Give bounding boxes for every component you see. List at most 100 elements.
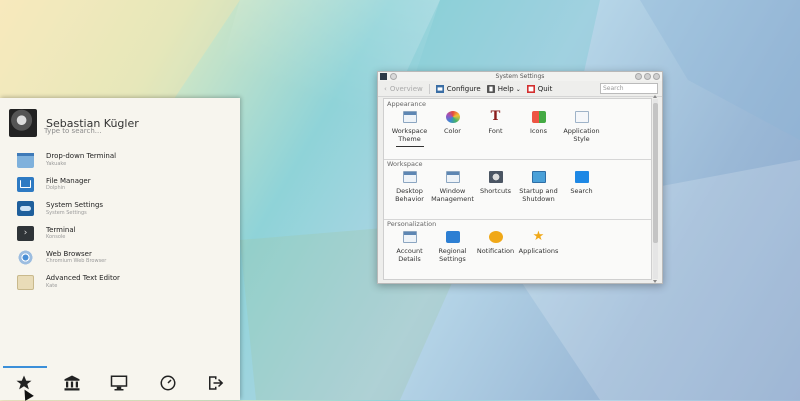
tab-applications[interactable] <box>61 372 83 394</box>
application-launcher: Sebastian Kügler Type to search... Drop-… <box>0 98 240 400</box>
search-icon <box>574 171 589 183</box>
applications-icon <box>64 375 80 391</box>
quit-button[interactable]: Quit <box>526 85 552 93</box>
avatar <box>9 109 37 137</box>
applications-icon: ★ <box>532 229 545 244</box>
list-item-system-settings[interactable]: System Settings System Settings <box>17 197 232 221</box>
tab-leave[interactable] <box>204 372 226 394</box>
section-appearance: Appearance Workspace Theme Color T Font <box>384 99 651 160</box>
chevron-down-icon: ⌄ <box>515 85 521 93</box>
toolbar: ‹ Overview Configure Help ⌄ Quit Search <box>378 82 662 97</box>
tab-history[interactable] <box>157 372 179 394</box>
item-label: Desktop Behavior <box>395 187 424 204</box>
text-editor-icon <box>17 274 34 290</box>
scroll-down-icon[interactable] <box>653 280 657 283</box>
maximize-button[interactable] <box>644 73 651 80</box>
item-label: Regional Settings <box>438 247 467 264</box>
settings-item-regional-settings[interactable]: Regional Settings <box>431 231 474 264</box>
folder-icon <box>17 177 34 193</box>
item-label: Workspace Theme <box>391 127 428 144</box>
item-label: Notification <box>476 247 515 255</box>
settings-item-desktop-behavior[interactable]: Desktop Behavior <box>388 171 431 204</box>
settings-item-notification[interactable]: Notification <box>474 231 517 264</box>
close-button[interactable] <box>653 73 660 80</box>
settings-item-account-details[interactable]: Account Details <box>388 231 431 264</box>
notification-icon <box>488 231 503 243</box>
browser-icon <box>17 250 34 266</box>
favorite-subtitle: Chromium Web Browser <box>46 258 107 265</box>
window-title: System Settings <box>495 73 545 80</box>
icons-icon <box>531 111 546 123</box>
list-item-web-browser[interactable]: Web Browser Chromium Web Browser <box>17 246 232 270</box>
favorite-subtitle: Konsole <box>46 233 66 240</box>
settings-item-application-style[interactable]: Application Style <box>560 111 603 147</box>
selection-underline <box>395 145 424 147</box>
settings-item-window-management[interactable]: Window Management <box>431 171 474 204</box>
settings-item-workspace-theme[interactable]: Workspace Theme <box>388 111 431 147</box>
settings-item-shortcuts[interactable]: Shortcuts <box>474 171 517 204</box>
leave-icon <box>209 376 224 390</box>
shortcuts-icon <box>488 171 503 183</box>
favorite-name: Terminal <box>46 225 76 234</box>
settings-item-color[interactable]: Color <box>431 111 474 147</box>
favorites-list: Drop-down Terminal Yakuake File Manager Do… <box>17 148 232 294</box>
account-details-icon <box>402 231 417 243</box>
settings-icon <box>17 201 34 217</box>
app-menu-icon[interactable] <box>380 73 387 80</box>
favorite-name: File Manager <box>46 176 91 185</box>
scroll-up-icon[interactable] <box>653 95 657 98</box>
configure-label: Configure <box>446 85 481 93</box>
back-arrow-icon: ‹ <box>384 85 387 93</box>
computer-icon <box>110 375 128 391</box>
keep-above-icon[interactable] <box>390 73 397 80</box>
settings-item-icons[interactable]: Icons <box>517 111 560 147</box>
desktop-behavior-icon <box>402 171 417 183</box>
settings-item-font[interactable]: T Font <box>474 109 517 147</box>
item-label: Applications <box>518 247 559 255</box>
item-label: Font <box>488 127 503 135</box>
terminal-dropdown-icon <box>17 152 34 168</box>
item-label: Startup and Shutdown <box>519 187 558 204</box>
favorite-name: Advanced Text Editor <box>46 274 120 283</box>
configure-icon <box>435 85 444 93</box>
window-titlebar: System Settings <box>378 72 662 81</box>
overview-label: Overview <box>389 85 423 93</box>
item-label: Color <box>444 127 461 135</box>
launcher-search-input[interactable]: Type to search... <box>44 127 101 135</box>
quit-icon <box>526 85 535 93</box>
section-title: Workspace <box>387 160 423 168</box>
settings-search-input[interactable]: Search <box>600 83 658 94</box>
section-title: Appearance <box>387 100 427 108</box>
vertical-scrollbar[interactable] <box>653 95 658 283</box>
terminal-icon: › <box>17 225 34 241</box>
color-icon <box>445 111 460 123</box>
settings-content: Appearance Workspace Theme Color T Font <box>383 98 652 280</box>
item-label: Application Style <box>563 127 600 144</box>
item-label: Icons <box>530 127 547 135</box>
list-item-text-editor[interactable]: Advanced Text Editor Kate <box>17 270 232 294</box>
overview-button[interactable]: ‹ Overview <box>384 85 423 93</box>
application-style-icon <box>574 111 589 123</box>
settings-item-startup-shutdown[interactable]: Startup and Shutdown <box>517 171 560 204</box>
settings-item-applications[interactable]: ★ Applications <box>517 229 560 264</box>
item-label: Shortcuts <box>479 187 512 195</box>
help-button[interactable]: Help ⌄ <box>486 85 521 93</box>
workspace-theme-icon <box>402 111 417 123</box>
section-title: Personalization <box>387 220 437 228</box>
section-personalization: Personalization Account Details Regional… <box>384 219 651 279</box>
minimize-button[interactable] <box>635 73 642 80</box>
window-management-icon <box>445 171 460 183</box>
list-item-drop-down-terminal[interactable]: Drop-down Terminal Yakuake <box>17 148 232 172</box>
favorite-subtitle: Kate <box>46 282 58 289</box>
configure-button[interactable]: Configure <box>435 85 481 93</box>
item-label: Account Details <box>396 247 423 264</box>
list-item-terminal[interactable]: › Terminal Konsole <box>17 221 232 245</box>
item-label: Search <box>570 187 593 195</box>
regional-settings-icon <box>445 231 460 243</box>
tab-computer[interactable] <box>108 372 130 394</box>
list-item-file-manager[interactable]: File Manager Dolphin <box>17 172 232 196</box>
scrollbar-thumb[interactable] <box>653 103 658 243</box>
settings-item-search[interactable]: Search <box>560 171 603 204</box>
history-icon <box>160 375 176 391</box>
font-icon: T <box>490 109 501 124</box>
